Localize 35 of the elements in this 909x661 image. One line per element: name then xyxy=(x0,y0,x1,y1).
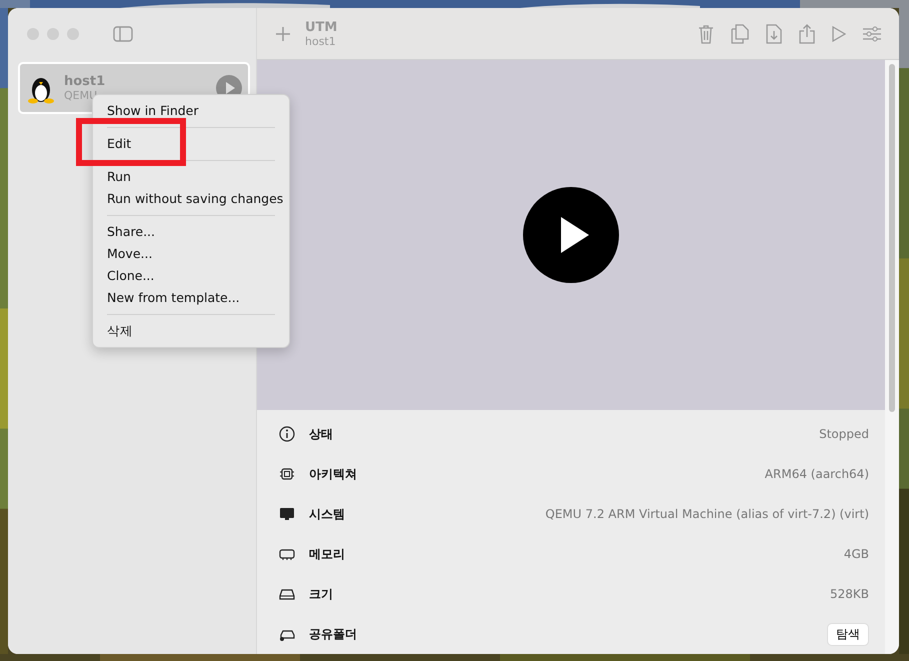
toolbar-title: UTM xyxy=(305,20,338,34)
document-download-icon[interactable] xyxy=(766,24,782,44)
menu-item[interactable]: Move... xyxy=(93,243,289,265)
copy-icon[interactable] xyxy=(731,24,749,44)
detail-label: 아키텍쳐 xyxy=(309,466,357,482)
menu-item[interactable]: Edit xyxy=(93,133,289,155)
detail-label: 메모리 xyxy=(309,546,345,562)
toolbar-subtitle: host1 xyxy=(305,34,337,48)
detail-value: 4GB xyxy=(844,547,869,561)
scrollbar[interactable] xyxy=(885,60,899,654)
settings-icon[interactable] xyxy=(863,26,881,42)
detail-value: ARM64 (aarch64) xyxy=(764,467,869,481)
trash-icon[interactable] xyxy=(698,24,714,44)
detail-value: QEMU 7.2 ARM Virtual Machine (alias of virt-7.2) (virt) xyxy=(545,507,869,521)
menu-item[interactable]: Run xyxy=(93,166,289,188)
menu-item[interactable]: 삭제 xyxy=(93,320,289,342)
play-icon[interactable] xyxy=(832,26,846,42)
detail-label: 시스템 xyxy=(309,506,345,522)
info-icon xyxy=(279,426,295,442)
detail-value: 528KB xyxy=(830,587,869,601)
play-button[interactable] xyxy=(523,187,619,283)
menu-item[interactable]: Share... xyxy=(93,221,289,243)
menu-item[interactable]: Clone... xyxy=(93,265,289,287)
browse-button[interactable]: 탐색 xyxy=(827,622,869,646)
detail-value: Stopped xyxy=(819,427,869,441)
chip-icon xyxy=(279,466,295,482)
menu-item[interactable]: Run without saving changes xyxy=(93,188,289,210)
sidebar-toggle-icon[interactable] xyxy=(113,26,133,42)
detail-label: 공유폴더 xyxy=(309,626,357,642)
monitor-icon xyxy=(279,506,295,522)
menu-item[interactable]: New from template... xyxy=(93,287,289,309)
add-icon[interactable] xyxy=(275,26,291,42)
detail-label: 상태 xyxy=(309,426,333,442)
vm-name: host1 xyxy=(64,74,106,89)
detail-label: 크기 xyxy=(309,586,333,602)
